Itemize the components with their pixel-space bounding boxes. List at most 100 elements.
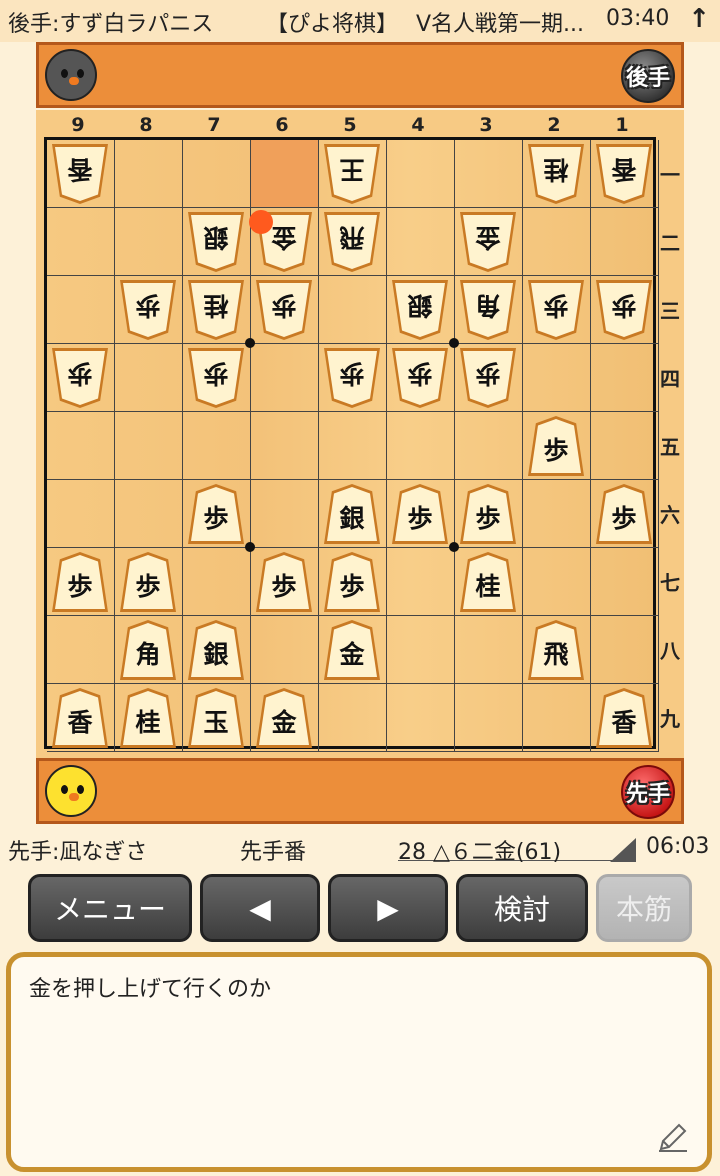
board-square[interactable] xyxy=(591,548,659,616)
sente-piece[interactable]: 香 xyxy=(596,688,652,748)
gote-piece[interactable]: 歩 xyxy=(324,348,380,408)
prev-move-button[interactable]: ◀ xyxy=(200,874,320,942)
menu-button[interactable]: メニュー xyxy=(28,874,192,942)
board-square[interactable] xyxy=(115,480,183,548)
board-square[interactable] xyxy=(591,208,659,276)
board-square[interactable] xyxy=(455,616,523,684)
board-square[interactable] xyxy=(251,480,319,548)
current-move[interactable]: 28 △６二金(61) xyxy=(398,834,561,866)
gote-piece[interactable]: 歩 xyxy=(188,348,244,408)
board-square[interactable] xyxy=(251,616,319,684)
gote-piece[interactable]: 角 xyxy=(460,280,516,340)
analyze-button[interactable]: 検討 xyxy=(456,874,588,942)
board-square[interactable] xyxy=(115,412,183,480)
upload-arrow-icon[interactable]: ↑ xyxy=(688,4,710,34)
sente-piece[interactable]: 歩 xyxy=(528,416,584,476)
board-square[interactable] xyxy=(455,140,523,208)
board-square[interactable] xyxy=(455,684,523,752)
piece-kanji: 桂 xyxy=(543,155,569,184)
sente-piece[interactable]: 飛 xyxy=(528,620,584,680)
piece-kanji: 歩 xyxy=(67,572,93,601)
board-square[interactable] xyxy=(319,412,387,480)
gote-piece[interactable]: 銀 xyxy=(188,212,244,272)
board-grid[interactable]: 香王桂香銀金飛金歩桂歩銀角歩歩歩歩歩歩歩歩歩銀歩歩歩歩歩歩歩桂角銀金飛香桂玉金香 xyxy=(44,137,659,752)
board-square[interactable] xyxy=(251,344,319,412)
gote-piece[interactable]: 王 xyxy=(324,144,380,204)
file-label: 6 xyxy=(275,114,289,136)
gote-piece[interactable]: 金 xyxy=(460,212,516,272)
file-label: 5 xyxy=(343,114,357,136)
sente-piece[interactable]: 歩 xyxy=(324,552,380,612)
piece-kanji: 金 xyxy=(271,223,297,252)
board-square[interactable] xyxy=(591,616,659,684)
pencil-icon[interactable] xyxy=(657,1121,689,1153)
board-square[interactable] xyxy=(319,276,387,344)
sente-piece[interactable]: 角 xyxy=(120,620,176,680)
board-square[interactable] xyxy=(115,140,183,208)
board-square[interactable] xyxy=(387,412,455,480)
sente-piece[interactable]: 歩 xyxy=(188,484,244,544)
gote-piece[interactable]: 銀 xyxy=(392,280,448,340)
board-square[interactable] xyxy=(183,140,251,208)
gote-piece[interactable]: 桂 xyxy=(528,144,584,204)
board-square[interactable] xyxy=(387,208,455,276)
board-square[interactable] xyxy=(523,548,591,616)
sente-piece[interactable]: 玉 xyxy=(188,688,244,748)
rank-label: 二 xyxy=(660,231,680,255)
sente-piece[interactable]: 歩 xyxy=(392,484,448,544)
board-square[interactable] xyxy=(387,140,455,208)
comment-box[interactable]: 金を押し上げて行くのか xyxy=(6,952,712,1172)
board-square[interactable] xyxy=(183,548,251,616)
gote-piece[interactable]: 歩 xyxy=(528,280,584,340)
sente-piece[interactable]: 香 xyxy=(52,688,108,748)
board-square[interactable] xyxy=(591,412,659,480)
gote-piece[interactable]: 歩 xyxy=(52,348,108,408)
board-square[interactable] xyxy=(47,616,115,684)
board-square[interactable] xyxy=(115,344,183,412)
gote-piece[interactable]: 歩 xyxy=(596,280,652,340)
sente-piece[interactable]: 銀 xyxy=(324,484,380,544)
dropdown-corner-icon[interactable] xyxy=(610,838,636,862)
piece-kanji: 金 xyxy=(271,708,297,737)
board-square[interactable] xyxy=(387,684,455,752)
last-move-square[interactable] xyxy=(251,140,319,208)
gote-piece[interactable]: 歩 xyxy=(392,348,448,408)
board-square[interactable] xyxy=(183,412,251,480)
gote-piece[interactable]: 香 xyxy=(52,144,108,204)
board-square[interactable] xyxy=(47,480,115,548)
board-square[interactable] xyxy=(523,684,591,752)
sente-piece[interactable]: 歩 xyxy=(596,484,652,544)
rank-label: 九 xyxy=(660,707,680,731)
sente-piece[interactable]: 歩 xyxy=(256,552,312,612)
gote-piece[interactable]: 歩 xyxy=(256,280,312,340)
board-square[interactable] xyxy=(319,684,387,752)
sente-piece[interactable]: 歩 xyxy=(52,552,108,612)
board-square[interactable] xyxy=(47,208,115,276)
sente-piece[interactable]: 歩 xyxy=(460,484,516,544)
board-square[interactable] xyxy=(47,276,115,344)
board-square[interactable] xyxy=(115,208,183,276)
sente-piece[interactable]: 歩 xyxy=(120,552,176,612)
gote-piece[interactable]: 桂 xyxy=(188,280,244,340)
sente-piece[interactable]: 銀 xyxy=(188,620,244,680)
board-square[interactable] xyxy=(387,548,455,616)
file-label: 7 xyxy=(207,114,221,136)
board-square[interactable] xyxy=(455,412,523,480)
mainline-button[interactable]: 本筋 xyxy=(596,874,692,942)
sente-piece[interactable]: 桂 xyxy=(460,552,516,612)
next-move-button[interactable]: ▶ xyxy=(328,874,448,942)
gote-piece[interactable]: 香 xyxy=(596,144,652,204)
sente-piece[interactable]: 桂 xyxy=(120,688,176,748)
board-square[interactable] xyxy=(523,480,591,548)
sente-piece[interactable]: 金 xyxy=(324,620,380,680)
gote-piece[interactable]: 歩 xyxy=(460,348,516,408)
board-square[interactable] xyxy=(523,208,591,276)
board-square[interactable] xyxy=(523,344,591,412)
sente-piece[interactable]: 金 xyxy=(256,688,312,748)
board-square[interactable] xyxy=(591,344,659,412)
gote-piece[interactable]: 飛 xyxy=(324,212,380,272)
board-square[interactable] xyxy=(47,412,115,480)
gote-piece[interactable]: 歩 xyxy=(120,280,176,340)
board-square[interactable] xyxy=(251,412,319,480)
board-square[interactable] xyxy=(387,616,455,684)
